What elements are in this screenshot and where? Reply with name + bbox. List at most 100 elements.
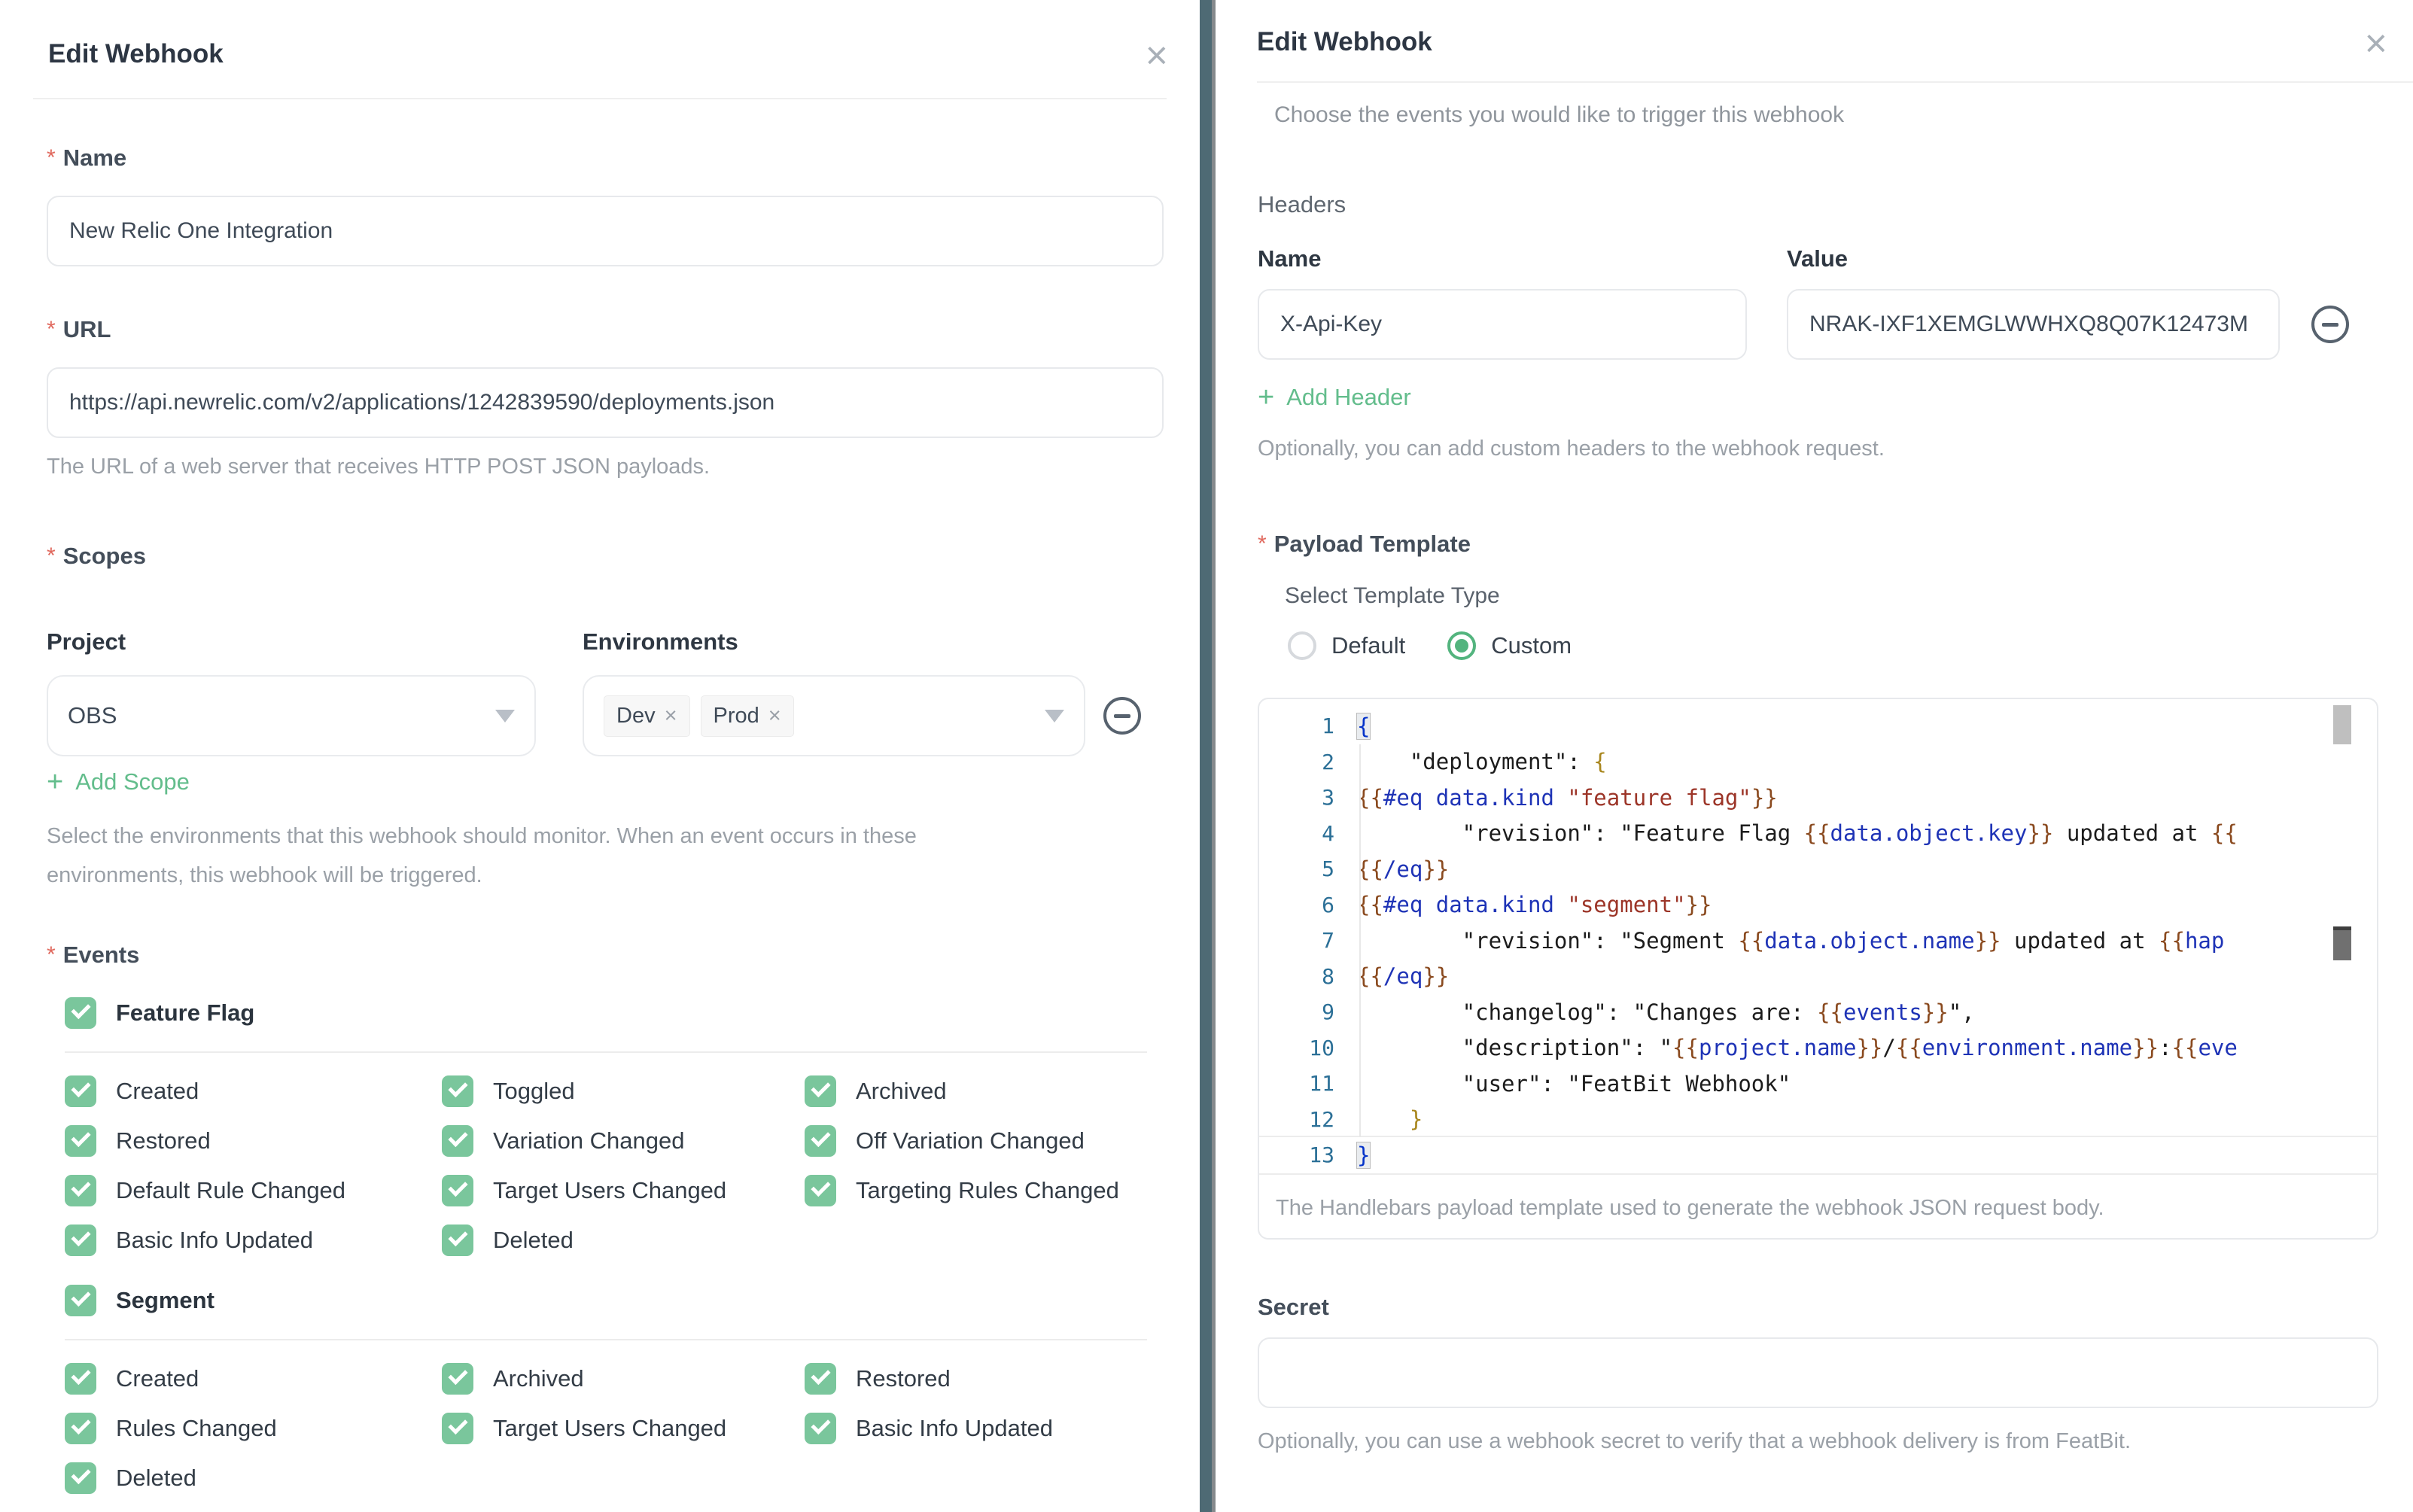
required-marker: * bbox=[47, 145, 56, 171]
event-option[interactable]: Created bbox=[65, 1075, 442, 1107]
url-field-label: * URL bbox=[47, 316, 1164, 343]
name-input[interactable] bbox=[47, 196, 1164, 266]
event-option-grid: Created ToggledArchived Restored Variation … bbox=[65, 1075, 1164, 1256]
environment-tag-list: Dev× Prod× bbox=[604, 695, 1045, 737]
code-text: {{/eq}} bbox=[1357, 856, 1449, 882]
checkbox-checked[interactable] bbox=[65, 1225, 96, 1256]
checkbox-checked[interactable] bbox=[805, 1413, 836, 1444]
event-option[interactable]: Deleted bbox=[442, 1225, 805, 1256]
chevron-down-icon bbox=[495, 710, 515, 723]
event-option-label: Rules Changed bbox=[116, 1415, 277, 1442]
event-option[interactable]: Targeting Rules Changed bbox=[805, 1175, 1164, 1206]
modal-title: Edit Webhook bbox=[48, 39, 224, 69]
header-column-labels: Name Value bbox=[1258, 245, 2378, 272]
checkbox-checked[interactable] bbox=[442, 1075, 473, 1107]
event-option[interactable]: Basic Info Updated bbox=[65, 1225, 442, 1256]
chevron-down-icon bbox=[1045, 710, 1064, 723]
event-option[interactable]: Default Rule Changed bbox=[65, 1175, 442, 1206]
event-option[interactable]: Restored bbox=[805, 1363, 1164, 1395]
minus-icon bbox=[2322, 323, 2338, 327]
edit-webhook-modal-basic: Edit Webhook × * Name * URL The URL of a… bbox=[0, 0, 1200, 1512]
url-input[interactable] bbox=[47, 367, 1164, 438]
close-icon[interactable]: × bbox=[1146, 39, 1168, 72]
event-option[interactable]: Archived bbox=[442, 1363, 805, 1395]
event-option-label: Created bbox=[116, 1078, 199, 1105]
checkbox-checked[interactable] bbox=[65, 997, 96, 1029]
event-option-label: Restored bbox=[116, 1127, 211, 1155]
event-option[interactable]: Basic Info Updated bbox=[805, 1413, 1164, 1444]
checkbox-checked[interactable] bbox=[442, 1413, 473, 1444]
checkbox-checked[interactable] bbox=[65, 1285, 96, 1316]
remove-tag-icon[interactable]: × bbox=[768, 704, 781, 729]
checkbox-checked[interactable] bbox=[442, 1225, 473, 1256]
code-text: "changelog": "Changes are: {{events}}", bbox=[1357, 999, 1975, 1025]
remove-header-button[interactable] bbox=[2311, 306, 2349, 343]
checkbox-checked[interactable] bbox=[805, 1363, 836, 1395]
checkbox-checked[interactable] bbox=[65, 1413, 96, 1444]
payload-template-editor[interactable]: 1{2 "deployment": {3{{#eq data.kind "fea… bbox=[1258, 698, 2378, 1240]
environments-select[interactable]: Dev× Prod× bbox=[583, 675, 1085, 756]
event-group-label: Feature Flag bbox=[116, 999, 254, 1027]
checkbox-checked[interactable] bbox=[65, 1075, 96, 1107]
checkbox-checked[interactable] bbox=[805, 1075, 836, 1107]
event-option[interactable]: Off Variation Changed bbox=[805, 1125, 1164, 1157]
environment-tag[interactable]: Prod× bbox=[701, 695, 794, 737]
checkbox-checked[interactable] bbox=[442, 1175, 473, 1206]
remove-scope-button[interactable] bbox=[1103, 697, 1141, 735]
checkbox-checked[interactable] bbox=[805, 1125, 836, 1157]
line-number: 9 bbox=[1259, 999, 1334, 1024]
code-line: 1{ bbox=[1259, 708, 2377, 744]
code-text: } bbox=[1357, 1106, 1423, 1132]
radio-unselected-icon bbox=[1288, 631, 1316, 660]
event-group-header: Feature Flag bbox=[65, 997, 1164, 1029]
line-number: 3 bbox=[1259, 785, 1334, 810]
header-name-column-label: Name bbox=[1258, 245, 1787, 272]
project-column-label: Project bbox=[47, 628, 583, 656]
event-option[interactable]: Archived bbox=[805, 1075, 1164, 1107]
remove-tag-icon[interactable]: × bbox=[665, 704, 677, 729]
radio-custom[interactable]: Custom bbox=[1447, 631, 1572, 660]
add-header-link[interactable]: + Add Header bbox=[1258, 384, 1411, 411]
environment-tag[interactable]: Dev× bbox=[604, 695, 690, 737]
radio-default[interactable]: Default bbox=[1288, 631, 1405, 660]
add-scope-link[interactable]: + Add Scope bbox=[47, 768, 190, 796]
line-number: 5 bbox=[1259, 856, 1334, 881]
checkbox-checked[interactable] bbox=[65, 1462, 96, 1494]
event-option[interactable]: Target Users Changed bbox=[442, 1175, 805, 1206]
event-option[interactable]: Target Users Changed bbox=[442, 1413, 805, 1444]
code-line: 2 "deployment": { bbox=[1259, 744, 2377, 780]
event-option-label: Basic Info Updated bbox=[856, 1415, 1053, 1442]
code-line: 12 } bbox=[1259, 1102, 2377, 1138]
secret-input[interactable] bbox=[1258, 1337, 2378, 1408]
event-option[interactable]: Created bbox=[65, 1363, 442, 1395]
modal-header: Edit Webhook × bbox=[0, 0, 1200, 72]
event-option[interactable]: Toggled bbox=[442, 1075, 805, 1107]
code-text: "deployment": { bbox=[1357, 749, 1607, 774]
project-select[interactable]: OBS bbox=[47, 675, 536, 756]
header-value-column-label: Value bbox=[1787, 245, 1848, 272]
header-value-input[interactable] bbox=[1787, 289, 2280, 360]
checkbox-checked[interactable] bbox=[65, 1363, 96, 1395]
checkbox-checked[interactable] bbox=[65, 1125, 96, 1157]
scopes-help-text: Select the environments that this webhoo… bbox=[47, 817, 1040, 895]
close-icon[interactable]: × bbox=[2365, 27, 2387, 60]
checkbox-checked[interactable] bbox=[442, 1125, 473, 1157]
header-name-input[interactable] bbox=[1258, 289, 1747, 360]
checkbox-checked[interactable] bbox=[805, 1175, 836, 1206]
scrollbar-thumb[interactable] bbox=[2333, 705, 2351, 744]
event-option[interactable]: Rules Changed bbox=[65, 1413, 442, 1444]
line-number: 7 bbox=[1259, 928, 1334, 953]
event-option-label: Deleted bbox=[116, 1465, 196, 1492]
event-group-label: Segment bbox=[116, 1287, 215, 1314]
modal-title: Edit Webhook bbox=[1257, 27, 1432, 57]
checkbox-checked[interactable] bbox=[442, 1363, 473, 1395]
event-option[interactable]: Variation Changed bbox=[442, 1125, 805, 1157]
code-line: 11 "user": "FeatBit Webhook" bbox=[1259, 1066, 2377, 1102]
event-option[interactable]: Restored bbox=[65, 1125, 442, 1157]
modal-subtitle: Choose the events you would like to trig… bbox=[1274, 102, 2378, 128]
checkbox-checked[interactable] bbox=[65, 1175, 96, 1206]
environments-column-label: Environments bbox=[583, 628, 738, 656]
secret-help-text: Optionally, you can use a webhook secret… bbox=[1258, 1429, 2378, 1454]
event-option[interactable]: Deleted bbox=[65, 1462, 442, 1494]
secret-label: Secret bbox=[1258, 1294, 2378, 1321]
